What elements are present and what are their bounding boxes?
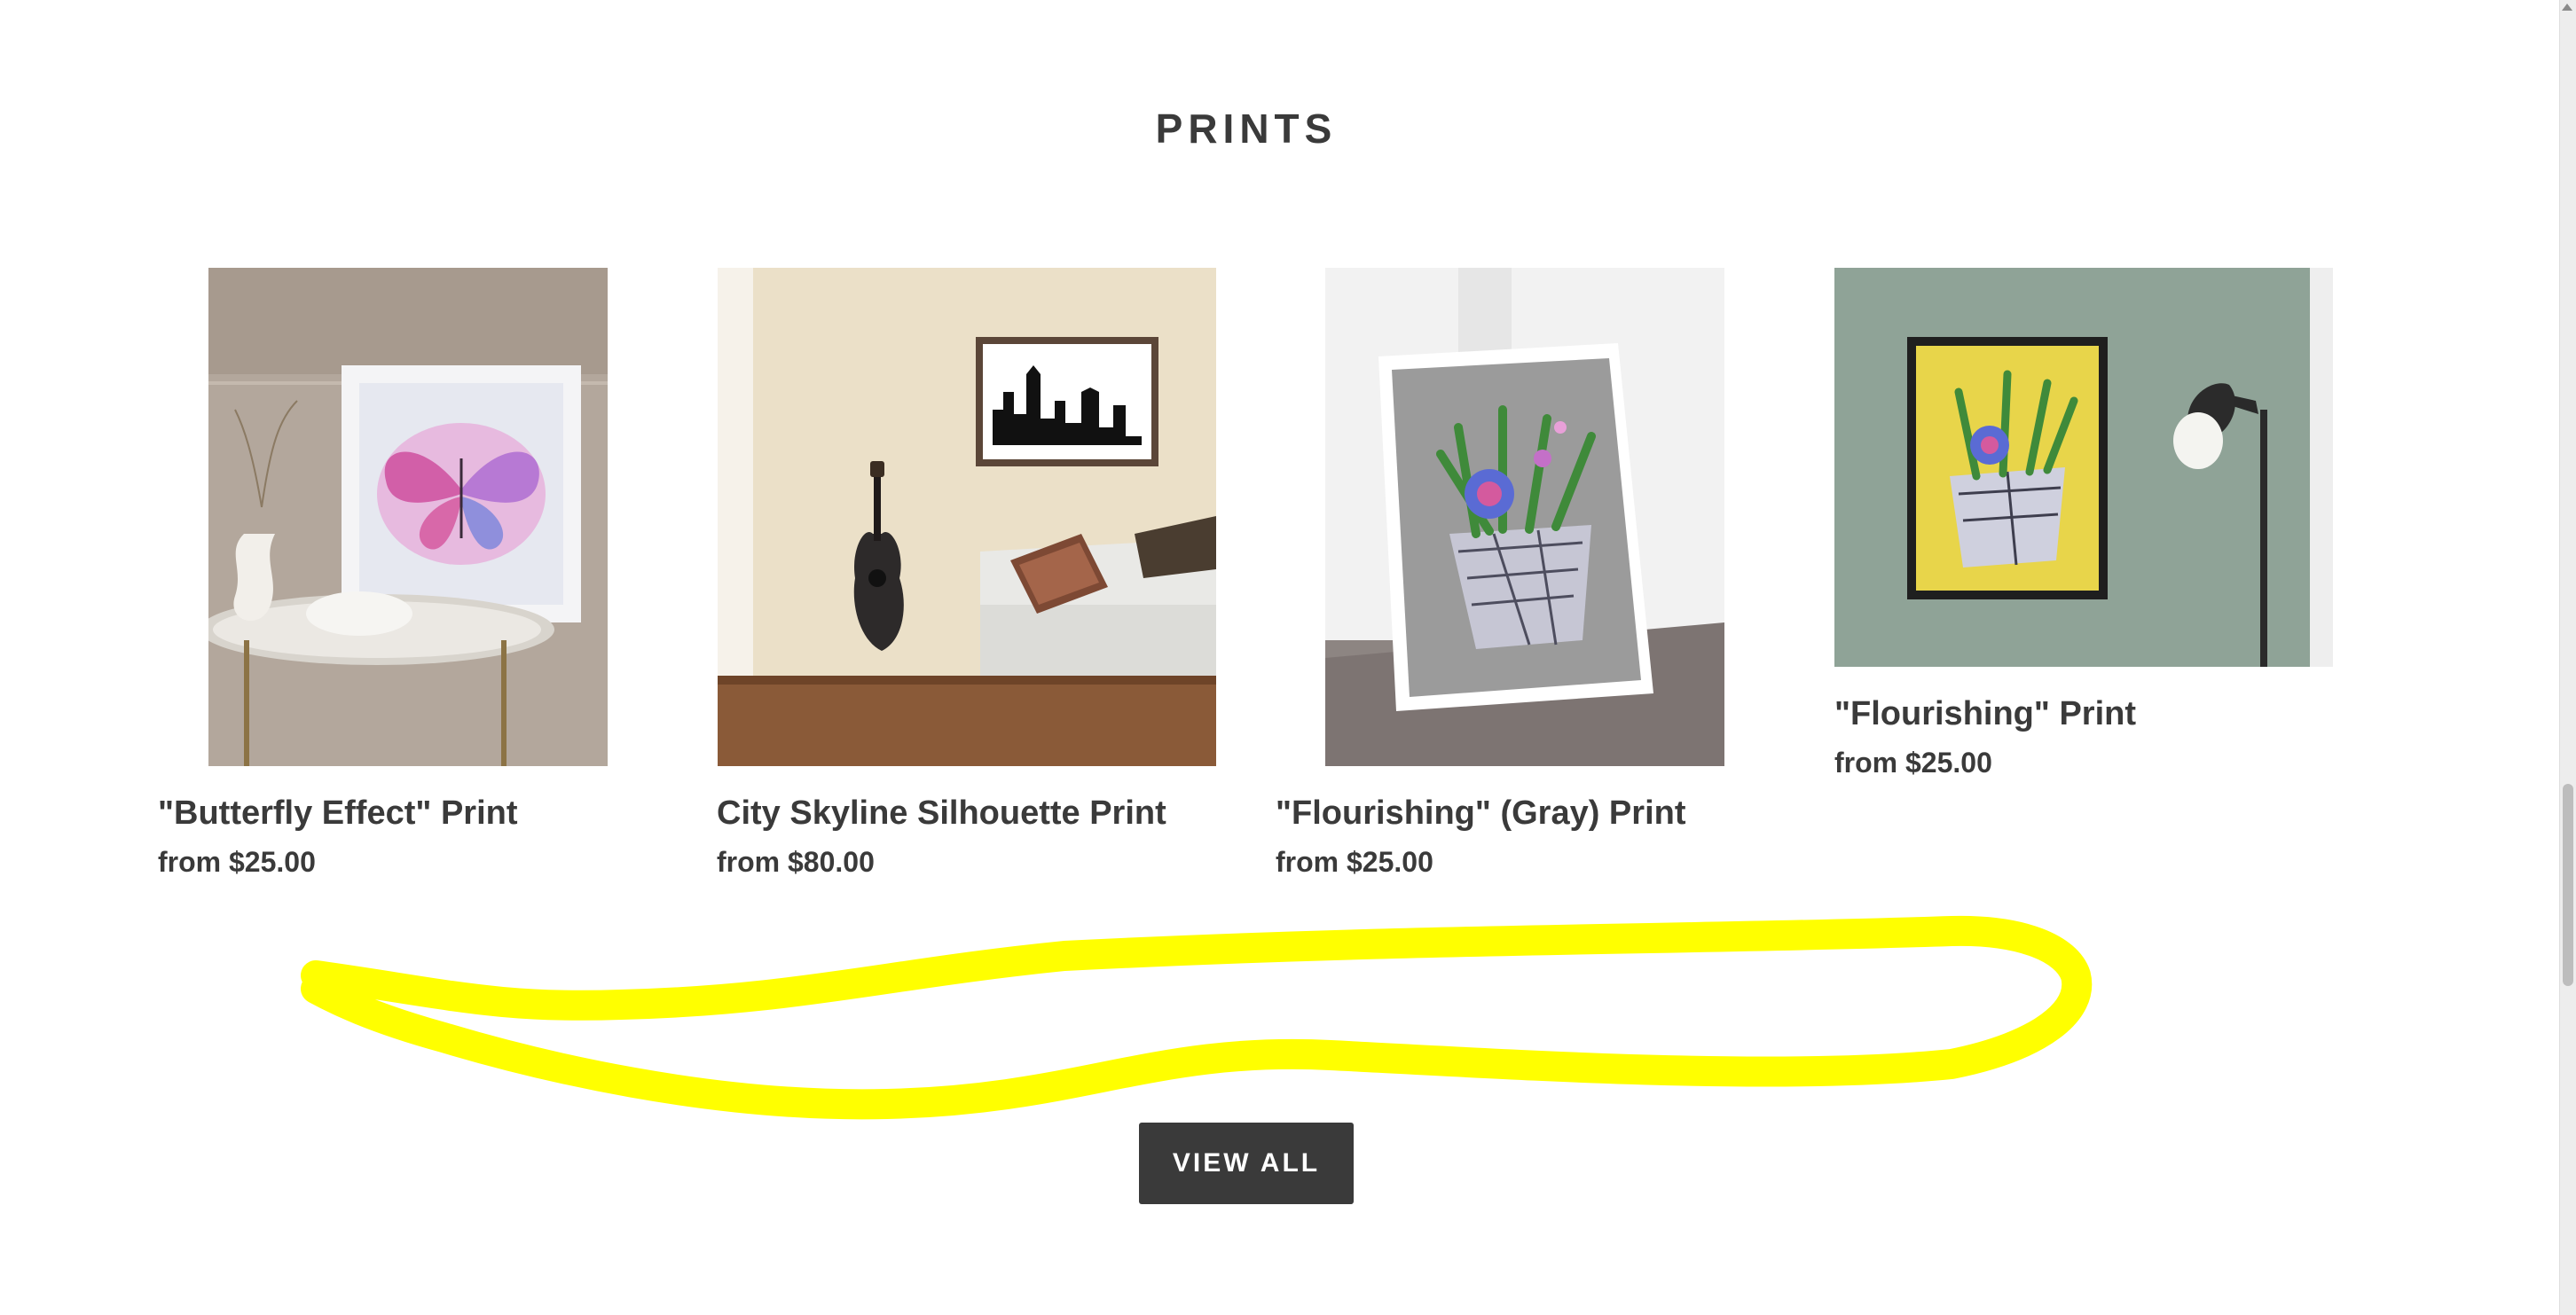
- scroll-up-arrow-icon[interactable]: [2562, 4, 2572, 11]
- yellow-annotation-loop: [301, 915, 2093, 1120]
- page: PRINTS "Butterfly Effect" Print from $25…: [0, 0, 2576, 1315]
- view-all-button[interactable]: VIEW ALL: [1139, 1123, 1354, 1204]
- vertical-scrollbar[interactable]: [2559, 0, 2576, 1315]
- scrollbar-thumb[interactable]: [2563, 784, 2573, 986]
